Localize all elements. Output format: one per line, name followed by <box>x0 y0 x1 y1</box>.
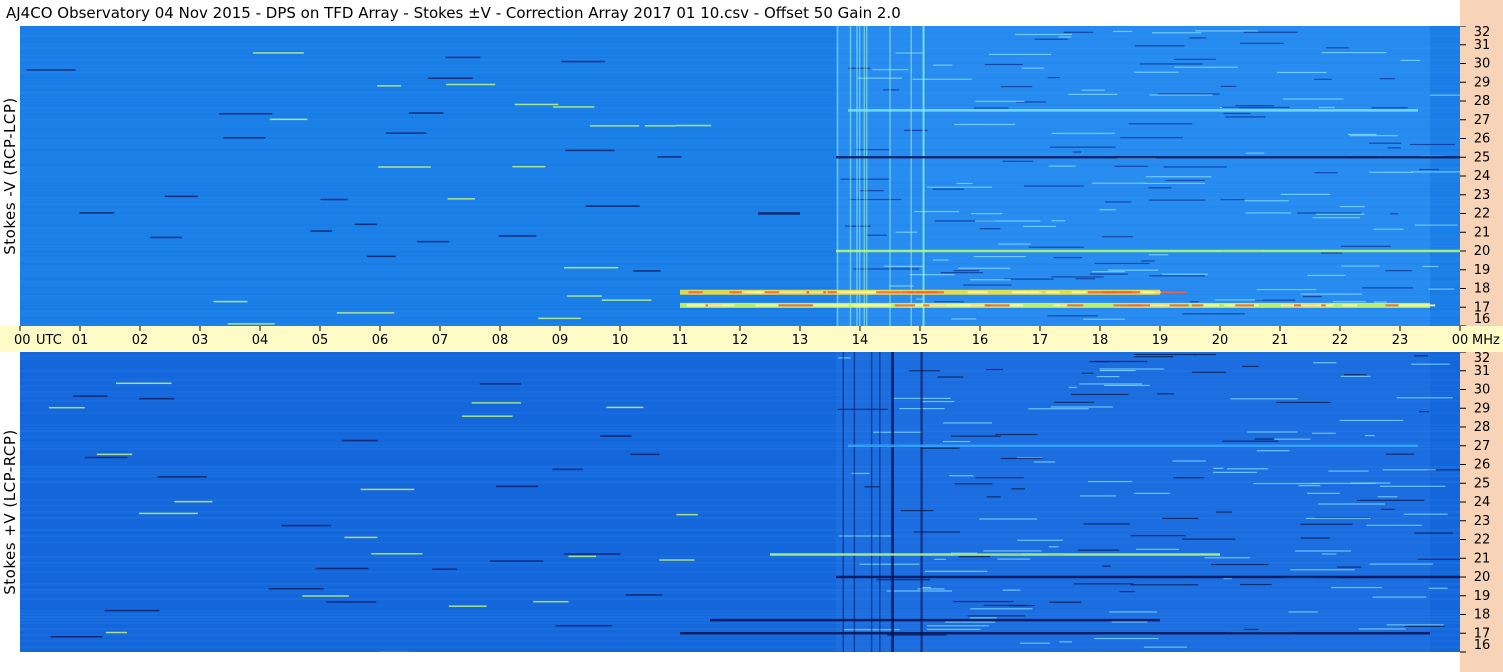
time-axis: 00 01 02 03 04 05 06 07 08 09 10 11 12 13 14 15 16 17 18 19… <box>0 326 1503 352</box>
frequency-tick-label: 19 <box>1474 263 1491 278</box>
frequency-tick-label: 32 <box>1474 26 1491 40</box>
time-tick-label: 07 <box>432 333 449 348</box>
frequency-tick-label: 23 <box>1474 514 1491 529</box>
time-tick-label: 17 <box>1032 333 1049 348</box>
frequency-tick-label: 29 <box>1474 75 1491 90</box>
panel-bottom-ylabel: Stokes +V (LCP-RCP) <box>0 352 20 672</box>
dark-frequency-band <box>710 618 1160 622</box>
frequency-tick-label: 30 <box>1474 383 1491 398</box>
frequency-tick-label: 23 <box>1474 188 1491 203</box>
frequency-axis-bottom: 16 17 18 19 20 21 22 23 24 25 26 27 28 29 30 31 32 <box>1460 352 1503 672</box>
emission-band <box>836 249 1460 253</box>
panel-top-label: Stokes -V (RCP-LCP) <box>1 97 19 255</box>
emission-band <box>680 289 1187 295</box>
chart-title: AJ4CO Observatory 04 Nov 2015 - DPS on T… <box>0 0 1460 26</box>
time-tick-label: 21 <box>1272 333 1289 348</box>
time-tick-label: 09 <box>552 333 569 348</box>
spectrogram-bottom <box>20 352 1460 652</box>
frequency-tick-label: 26 <box>1474 458 1491 473</box>
frequency-tick-label: 29 <box>1474 401 1491 416</box>
emission-band <box>680 302 1436 308</box>
time-tick-label: 12 <box>732 333 749 348</box>
frequency-unit-label: MHz <box>1472 333 1500 348</box>
frequency-tick-label: 25 <box>1474 150 1491 165</box>
time-tick-label: 10 <box>612 333 629 348</box>
emission-band <box>848 444 1418 447</box>
frequency-tick-label: 31 <box>1474 38 1491 53</box>
broadband-activity-region <box>836 26 1460 326</box>
time-tick-label: 11 <box>672 333 689 348</box>
frequency-tick-label: 28 <box>1474 94 1491 109</box>
panel-bottom-label: Stokes +V (LCP-RCP) <box>1 429 19 595</box>
time-tick-label: 06 <box>372 333 389 348</box>
frequency-tick-label: 17 <box>1474 300 1491 315</box>
time-tick-label: 13 <box>792 333 809 348</box>
frequency-tick-label: 22 <box>1474 533 1491 548</box>
frequency-tick-label: 17 <box>1474 626 1491 641</box>
time-tick-label: 00 <box>14 333 31 348</box>
time-tick-label: 23 <box>1392 333 1409 348</box>
frequency-tick-label: 25 <box>1474 476 1491 491</box>
emission-band <box>848 109 1418 112</box>
frequency-tick-label: 24 <box>1474 495 1491 510</box>
frequency-tick-label: 18 <box>1474 608 1491 623</box>
time-tick-label: 16 <box>972 333 989 348</box>
broadband-activity-region <box>836 352 1460 652</box>
frequency-tick-label: 32 <box>1474 352 1491 366</box>
frequency-tick-label: 24 <box>1474 169 1491 184</box>
panel-top-ylabel: Stokes -V (RCP-LCP) <box>0 26 20 326</box>
frequency-tick-label: 27 <box>1474 439 1491 454</box>
spectrogram-top <box>20 26 1460 326</box>
frequency-tick-label: 28 <box>1474 420 1491 435</box>
frequency-tick-label: 20 <box>1474 570 1491 585</box>
spectrogram-bottom-plot <box>20 352 1460 652</box>
time-unit-label: UTC <box>36 333 62 348</box>
dark-frequency-band <box>680 632 1430 635</box>
frequency-tick-label: 30 <box>1474 57 1491 72</box>
frequency-axis-top: 16 17 18 19 20 21 22 23 24 25 26 27 28 29 30 31 32 <box>1460 26 1503 326</box>
time-tick-label: 22 <box>1332 333 1349 348</box>
frequency-tick-label: 20 <box>1474 244 1491 259</box>
time-tick-label: 03 <box>192 333 209 348</box>
frequency-tick-label: 19 <box>1474 589 1491 604</box>
frequency-tick-label: 27 <box>1474 113 1491 128</box>
time-tick-label: 20 <box>1212 333 1229 348</box>
time-tick-label: 15 <box>912 333 929 348</box>
dark-frequency-band <box>758 212 800 215</box>
time-tick-label: 01 <box>72 333 89 348</box>
dark-frequency-band <box>836 575 1460 579</box>
dark-frequency-band <box>836 156 1460 159</box>
title-margin <box>1460 0 1503 26</box>
time-tick-label: 19 <box>1152 333 1169 348</box>
time-tick-label: 08 <box>492 333 509 348</box>
frequency-tick-label: 21 <box>1474 551 1491 566</box>
time-tick-label: 00 <box>1452 333 1469 348</box>
time-tick-label: 05 <box>312 333 329 348</box>
time-tick-label: 04 <box>252 333 269 348</box>
time-tick-label: 18 <box>1092 333 1109 348</box>
frequency-tick-label: 21 <box>1474 225 1491 240</box>
spectrogram-top-plot <box>20 26 1460 326</box>
frequency-tick-label: 26 <box>1474 132 1491 147</box>
frequency-tick-label: 31 <box>1474 364 1491 379</box>
frequency-tick-label: 18 <box>1474 282 1491 297</box>
frequency-tick-label: 22 <box>1474 207 1491 222</box>
time-tick-label: 02 <box>132 333 149 348</box>
emission-band <box>770 553 1220 556</box>
time-tick-label: 14 <box>852 333 869 348</box>
